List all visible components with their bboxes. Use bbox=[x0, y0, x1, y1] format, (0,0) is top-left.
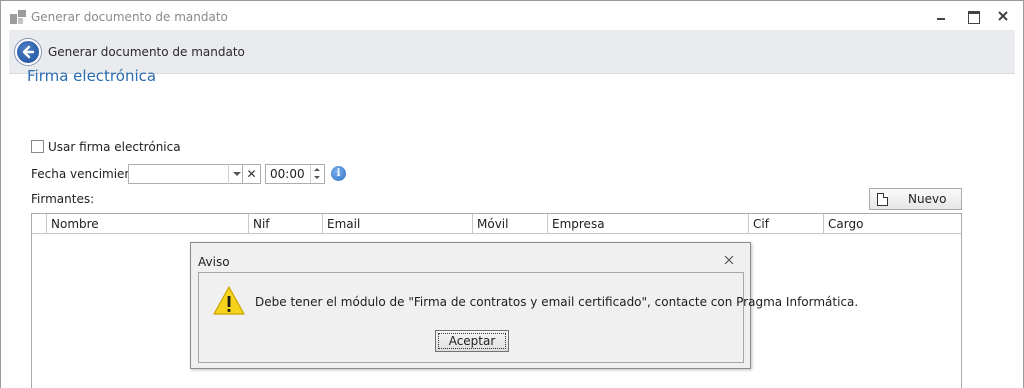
dialog-close-icon[interactable] bbox=[723, 254, 735, 266]
document-icon bbox=[877, 193, 888, 206]
accept-button[interactable]: Aceptar bbox=[435, 330, 509, 352]
info-icon[interactable]: i bbox=[331, 166, 346, 181]
dialog-message: Debe tener el módulo de "Firma de contra… bbox=[255, 295, 859, 309]
new-button-label: Nuevo bbox=[908, 192, 947, 206]
column-header-email[interactable]: Email bbox=[322, 214, 472, 234]
spin-down-icon[interactable] bbox=[314, 176, 320, 179]
new-signer-button[interactable]: Nuevo bbox=[869, 188, 962, 210]
warning-dialog: Aviso Debe tener el módulo de "Firma de … bbox=[190, 242, 858, 369]
spin-up-icon[interactable] bbox=[314, 168, 320, 171]
dialog-content: Debe tener el módulo de "Firma de contra… bbox=[198, 272, 858, 363]
warning-icon bbox=[213, 286, 245, 315]
window-title: Generar documento de mandato bbox=[31, 10, 228, 24]
column-header-empresa[interactable]: Empresa bbox=[547, 214, 749, 234]
column-header-nif[interactable]: Nif bbox=[248, 214, 323, 234]
expiry-date-input[interactable] bbox=[128, 164, 243, 184]
column-header-cargo[interactable]: Cargo bbox=[823, 214, 961, 234]
column-header-cif[interactable]: Cif bbox=[748, 214, 824, 234]
signers-label: Firmantes: bbox=[31, 192, 95, 206]
grid-header: Nombre Nif Email Móvil Empresa Cif Cargo bbox=[32, 214, 961, 234]
use-signature-checkbox[interactable] bbox=[31, 140, 44, 153]
back-arrow-icon bbox=[22, 45, 35, 59]
column-header-movil[interactable]: Móvil bbox=[472, 214, 548, 234]
dialog-title: Aviso bbox=[198, 255, 230, 269]
header-band: Generar documento de mandato bbox=[9, 30, 1015, 74]
back-button[interactable] bbox=[15, 39, 41, 65]
app-icon bbox=[10, 10, 26, 24]
maximize-icon[interactable] bbox=[966, 9, 980, 24]
header-title: Generar documento de mandato bbox=[48, 45, 245, 59]
use-signature-label: Usar firma electrónica bbox=[48, 140, 181, 154]
minimize-icon[interactable] bbox=[934, 9, 948, 23]
dropdown-icon[interactable] bbox=[228, 164, 243, 184]
section-title: Firma electrónica bbox=[27, 67, 157, 85]
time-spinner[interactable] bbox=[310, 165, 324, 183]
column-header-nombre[interactable]: Nombre bbox=[46, 214, 249, 234]
window-titlebar: Generar documento de mandato bbox=[0, 0, 1024, 30]
clear-icon[interactable]: ✕ bbox=[243, 164, 261, 184]
close-icon[interactable] bbox=[996, 9, 1010, 23]
